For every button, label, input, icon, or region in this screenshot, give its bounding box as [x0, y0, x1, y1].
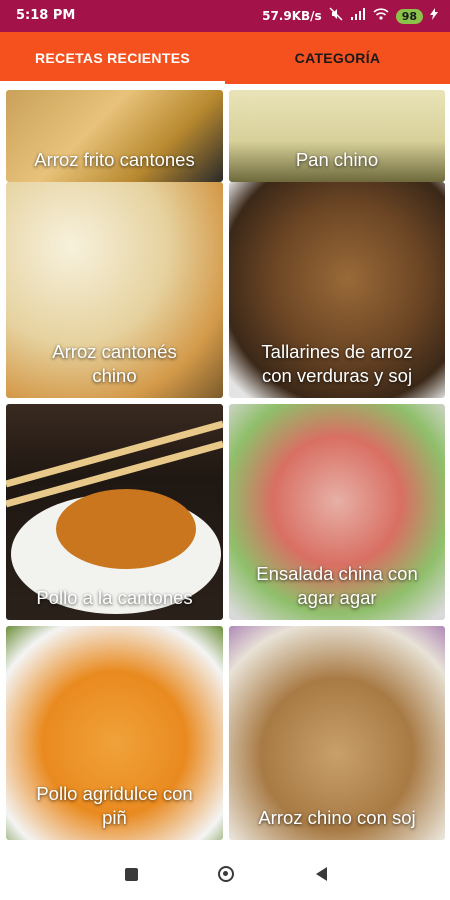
recipe-card[interactable]: Tallarines de arroz con verduras y soj: [229, 182, 445, 398]
recipe-title: Pollo agridulce con piñ: [36, 783, 193, 828]
wifi-icon: [373, 7, 389, 25]
recipe-title: Tallarines de arroz con verduras y soj: [261, 341, 413, 386]
home-circle-icon[interactable]: [214, 862, 238, 886]
status-bar: 5:18 PM 57.9KB/s 98: [0, 0, 450, 32]
recipe-title: Ensalada china con agar agar: [256, 563, 418, 608]
mute-icon: [329, 7, 343, 25]
recipe-title: Arroz cantonés chino: [52, 341, 177, 386]
recipe-card[interactable]: Ensalada china con agar agar: [229, 404, 445, 620]
recipe-card[interactable]: Pollo a la cantones: [6, 404, 223, 620]
status-time: 5:18 PM: [16, 8, 76, 23]
recipe-card[interactable]: Arroz frito cantones: [6, 90, 223, 182]
recipe-title: Pan chino: [295, 149, 379, 170]
recipe-card[interactable]: Pollo agridulce con piñ: [6, 626, 223, 840]
battery-icon: 98: [395, 8, 423, 24]
network-speed: 57.9KB/s: [262, 9, 322, 23]
recipe-card[interactable]: Arroz cantonés chino: [6, 182, 223, 398]
back-triangle-icon[interactable]: [309, 862, 333, 886]
recipe-title: Arroz chino con soj: [258, 807, 416, 828]
system-nav-bar: [0, 846, 450, 900]
recipe-card[interactable]: Arroz chino con soj: [229, 626, 445, 840]
recipe-title: Arroz frito cantones: [34, 149, 195, 170]
signal-icon: [350, 7, 366, 25]
recipe-grid: Arroz frito cantones Pan chino Arroz can…: [0, 84, 450, 846]
charging-icon: [430, 8, 438, 24]
tab-recetas-recientes[interactable]: RECETAS RECIENTES: [0, 32, 225, 84]
recents-square-icon[interactable]: [119, 862, 143, 886]
recipe-title: Pollo a la cantones: [36, 587, 193, 608]
status-right: 57.9KB/s 98: [262, 7, 438, 25]
tab-categoria[interactable]: CATEGORÍA: [225, 32, 450, 84]
tab-bar: RECETAS RECIENTES CATEGORÍA: [0, 32, 450, 84]
recipe-card[interactable]: Pan chino: [229, 90, 445, 182]
